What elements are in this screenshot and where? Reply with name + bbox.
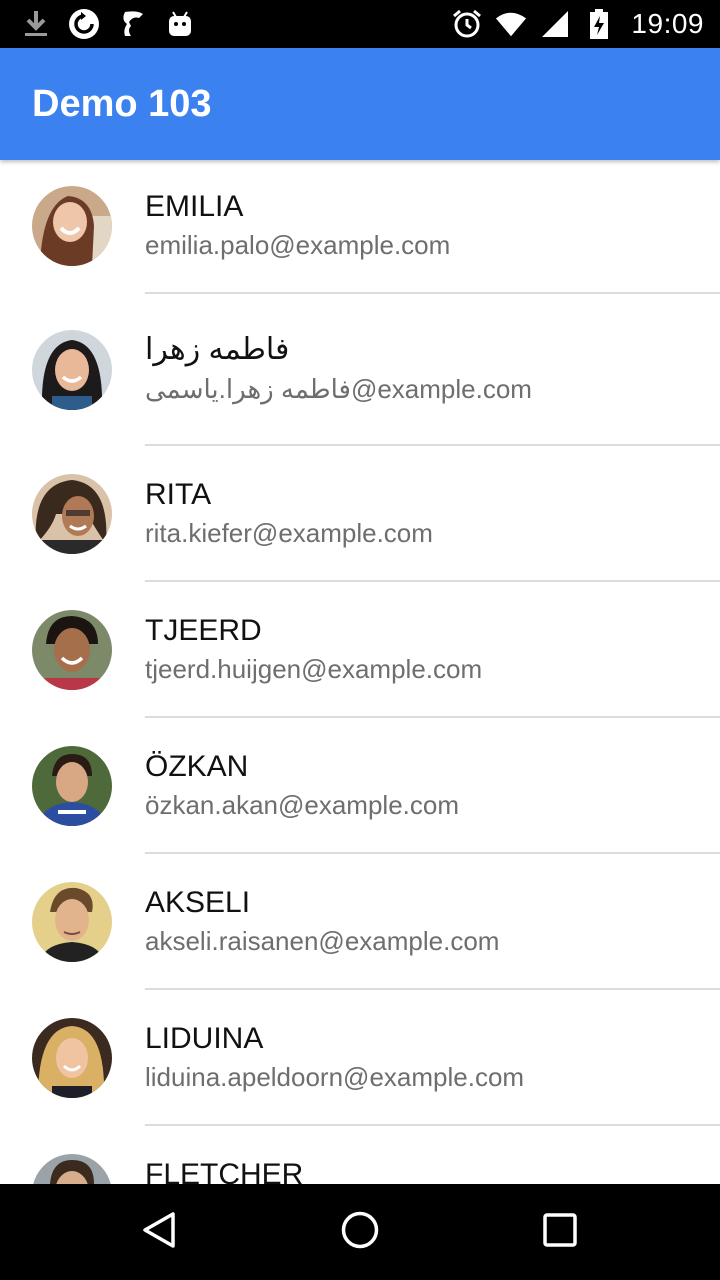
contact-item-emilia[interactable]: EMILIA emilia.palo@example.com bbox=[0, 160, 720, 294]
recents-button[interactable] bbox=[528, 1200, 592, 1264]
contact-email: liduina.apeldoorn@example.com bbox=[145, 1062, 525, 1092]
wifi-icon bbox=[495, 8, 527, 40]
download-icon bbox=[20, 8, 52, 40]
battery-icon bbox=[583, 8, 615, 40]
status-bar: 19:09 bbox=[0, 0, 720, 48]
sync-icon bbox=[68, 8, 100, 40]
status-notifications bbox=[20, 0, 196, 48]
contact-name: EMILIA bbox=[145, 190, 244, 223]
home-icon bbox=[340, 1210, 380, 1255]
contact-email: akseli.raisanen@example.com bbox=[145, 926, 500, 956]
avatar bbox=[32, 330, 112, 410]
contact-email: emilia.palo@example.com bbox=[145, 230, 451, 260]
contact-name: RITA bbox=[145, 478, 212, 511]
app-title: Demo 103 bbox=[32, 83, 212, 125]
contact-item-ozkan[interactable]: ÖZKAN özkan.akan@example.com bbox=[0, 718, 720, 854]
contact-email: özkan.akan@example.com bbox=[145, 790, 459, 820]
contact-name: AKSELI bbox=[145, 886, 251, 919]
contact-name: ÖZKAN bbox=[145, 750, 249, 783]
contact-item-akseli[interactable]: AKSELI akseli.raisanen@example.com bbox=[0, 854, 720, 990]
contact-name: فاطمه زهرا bbox=[145, 333, 290, 366]
contact-name: FLETCHER bbox=[145, 1158, 304, 1184]
avatar bbox=[32, 746, 112, 826]
app-bar: Demo 103 bbox=[0, 48, 720, 160]
contact-name: TJEERD bbox=[145, 614, 262, 647]
avatar bbox=[32, 882, 112, 962]
contact-name: LIDUINA bbox=[145, 1022, 264, 1055]
app-screen: 19:09 Demo 103 EMILIA emilia.palo@exampl… bbox=[0, 0, 720, 1280]
contact-email: فاطمه زهرا.یاسمی@example.com bbox=[145, 374, 532, 404]
coffee-icon bbox=[116, 8, 148, 40]
contact-item-tjeerd[interactable]: TJEERD tjeerd.huijgen@example.com bbox=[0, 582, 720, 718]
contact-list[interactable]: EMILIA emilia.palo@example.com فاطمه زهر… bbox=[0, 160, 720, 1184]
contact-item-fletcher[interactable]: FLETCHER bbox=[0, 1126, 720, 1184]
avatar bbox=[32, 474, 112, 554]
navigation-bar bbox=[0, 1184, 720, 1280]
avatar bbox=[32, 1018, 112, 1098]
signal-icon bbox=[539, 8, 571, 40]
avatar bbox=[32, 1154, 112, 1184]
contact-email: tjeerd.huijgen@example.com bbox=[145, 654, 483, 684]
recents-icon bbox=[540, 1210, 580, 1255]
back-icon bbox=[140, 1210, 180, 1255]
avatar bbox=[32, 186, 112, 266]
avatar bbox=[32, 610, 112, 690]
alarm-icon bbox=[451, 8, 483, 40]
home-button[interactable] bbox=[328, 1200, 392, 1264]
contact-item-rita[interactable]: RITA rita.kiefer@example.com bbox=[0, 446, 720, 582]
contact-item-liduina[interactable]: LIDUINA liduina.apeldoorn@example.com bbox=[0, 990, 720, 1126]
back-button[interactable] bbox=[128, 1200, 192, 1264]
status-system: 19:09 bbox=[451, 0, 704, 48]
contact-email: rita.kiefer@example.com bbox=[145, 518, 433, 548]
contact-item-fatemeh[interactable]: فاطمه زهرا فاطمه زهرا.یاسمی@example.com bbox=[0, 294, 720, 446]
status-time: 19:09 bbox=[631, 8, 704, 39]
android-icon bbox=[164, 8, 196, 40]
